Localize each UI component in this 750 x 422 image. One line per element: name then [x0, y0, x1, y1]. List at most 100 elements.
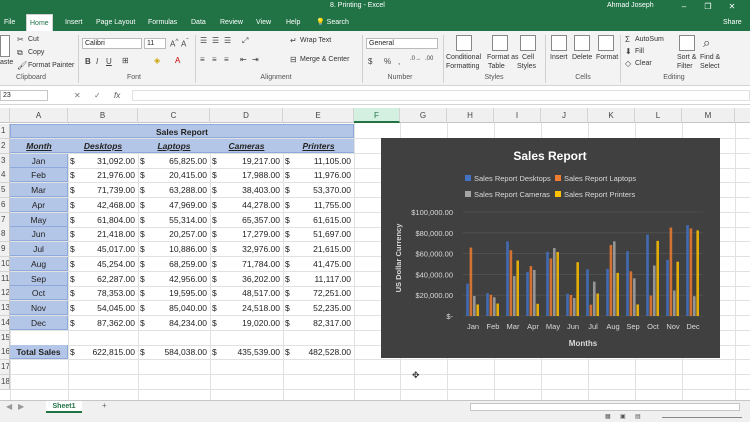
bar[interactable] [689, 228, 693, 316]
tab-file[interactable]: File [1, 14, 18, 31]
value-cell[interactable]: $61,615.00 [283, 213, 354, 227]
align-bottom-icon[interactable]: ☰ [224, 36, 231, 45]
align-middle-icon[interactable]: ☰ [212, 36, 219, 45]
tab-help[interactable]: Help [283, 14, 303, 31]
month-cell[interactable]: Apr [10, 197, 68, 212]
header-printers[interactable]: Printers [283, 138, 354, 153]
row-header-1[interactable]: 1 [0, 124, 10, 139]
bar[interactable] [546, 251, 549, 316]
row-header-18[interactable]: 18 [0, 374, 10, 390]
row-header-11[interactable]: 11 [0, 271, 10, 287]
value-cell[interactable]: $82,317.00 [283, 316, 354, 330]
value-cell[interactable]: $11,976.00 [283, 168, 354, 182]
value-cell[interactable]: $52,235.00 [283, 301, 354, 315]
total-cell[interactable]: $622,815.00 [68, 345, 138, 359]
fill-icon[interactable]: ⬇ [625, 47, 632, 56]
bar[interactable] [586, 269, 589, 316]
bar[interactable] [593, 281, 596, 316]
format-as-table-icon[interactable] [492, 35, 508, 51]
value-cell[interactable]: $78,353.00 [68, 286, 138, 300]
value-cell[interactable]: $10,886.00 [138, 242, 210, 256]
total-cell[interactable]: $435,539.00 [210, 345, 283, 359]
bar[interactable] [533, 269, 536, 316]
bar[interactable] [613, 241, 616, 316]
column-header-e[interactable]: E [283, 108, 354, 123]
tab-formulas[interactable]: Formulas [145, 14, 180, 31]
row-header-6[interactable]: 6 [0, 197, 10, 213]
bar[interactable] [556, 251, 559, 316]
header-desktops[interactable]: Desktops [68, 138, 138, 153]
value-cell[interactable]: $45,254.00 [68, 257, 138, 271]
month-cell[interactable]: Dec [10, 315, 68, 330]
format-as-table-line2[interactable]: Table [488, 63, 505, 70]
font-name-box[interactable]: Calibri [82, 38, 142, 49]
row-header-8[interactable]: 8 [0, 227, 10, 243]
enter-icon[interactable]: ✓ [94, 91, 101, 100]
increase-font-icon[interactable]: A^ [170, 38, 178, 49]
conditional-formatting-line2[interactable]: Formatting [446, 63, 479, 70]
minimize-icon[interactable]: – [672, 0, 696, 14]
total-cell[interactable]: $584,038.00 [138, 345, 210, 359]
tab-view[interactable]: View [253, 14, 274, 31]
cell-styles-line1[interactable]: Cell [522, 54, 534, 61]
value-cell[interactable]: $54,045.00 [68, 301, 138, 315]
value-cell[interactable]: $68,259.00 [138, 257, 210, 271]
percent-button[interactable]: % [384, 57, 391, 66]
month-cell[interactable]: Oct [10, 286, 68, 301]
month-cell[interactable]: Aug [10, 256, 68, 271]
bar[interactable] [576, 262, 579, 316]
month-cell[interactable]: Sep [10, 271, 68, 286]
conditional-formatting-icon[interactable] [456, 35, 472, 51]
format-cells-icon[interactable] [598, 35, 614, 51]
value-cell[interactable]: $51,697.00 [283, 227, 354, 241]
delete-cells-icon[interactable] [574, 35, 590, 51]
tab-review[interactable]: Review [217, 14, 246, 31]
fill-color-icon[interactable]: ◈ [154, 56, 160, 65]
bar[interactable] [569, 294, 573, 316]
value-cell[interactable]: $48,517.00 [210, 286, 283, 300]
value-cell[interactable]: $21,976.00 [68, 168, 138, 182]
value-cell[interactable]: $36,202.00 [210, 272, 283, 286]
add-sheet-icon[interactable]: + [102, 401, 107, 410]
bar[interactable] [629, 271, 633, 316]
tab-data[interactable]: Data [188, 14, 209, 31]
bar[interactable] [669, 227, 673, 316]
total-label[interactable]: Total Sales [10, 345, 68, 360]
value-cell[interactable]: $41,475.00 [283, 257, 354, 271]
bold-button[interactable]: B [85, 57, 91, 66]
copy-button[interactable]: Copy [28, 49, 44, 56]
row-header-13[interactable]: 13 [0, 301, 10, 316]
fill-button[interactable]: Fill [635, 48, 644, 55]
column-header-b[interactable]: B [68, 108, 138, 123]
value-cell[interactable]: $62,287.00 [68, 272, 138, 286]
sheet-title[interactable]: Sales Report [10, 124, 354, 138]
cell-styles-icon[interactable] [520, 35, 536, 51]
indent-increase-icon[interactable]: ⇥ [252, 55, 259, 64]
value-cell[interactable]: $42,956.00 [138, 272, 210, 286]
total-cell[interactable]: $482,528.00 [283, 345, 354, 359]
value-cell[interactable]: $65,357.00 [210, 213, 283, 227]
delete-cells-button[interactable]: Delete [572, 54, 592, 61]
value-cell[interactable]: $42,468.00 [68, 198, 138, 212]
bar[interactable] [516, 260, 519, 316]
row-header-9[interactable]: 9 [0, 242, 10, 257]
maximize-icon[interactable]: ❐ [696, 0, 720, 14]
copy-icon[interactable]: ⧉ [17, 48, 23, 58]
increase-decimal-icon[interactable]: .0→ [410, 56, 421, 62]
month-cell[interactable]: Jan [10, 153, 68, 168]
bar[interactable] [606, 268, 609, 316]
bar[interactable] [496, 303, 499, 316]
column-header-l[interactable]: L [635, 108, 682, 123]
row-header-3[interactable]: 3 [0, 153, 10, 169]
value-cell[interactable]: $87,362.00 [68, 316, 138, 330]
bar[interactable] [589, 304, 593, 316]
bar[interactable] [616, 272, 619, 316]
column-header-i[interactable]: I [494, 108, 541, 123]
tab-insert[interactable]: Insert [62, 14, 86, 31]
indent-decrease-icon[interactable]: ⇤ [240, 55, 247, 64]
tab-home[interactable]: Home [26, 14, 53, 31]
row-header-12[interactable]: 12 [0, 286, 10, 302]
value-cell[interactable]: $85,040.00 [138, 301, 210, 315]
value-cell[interactable]: $11,105.00 [283, 154, 354, 168]
page-break-view-icon[interactable]: ▤ [635, 413, 641, 420]
